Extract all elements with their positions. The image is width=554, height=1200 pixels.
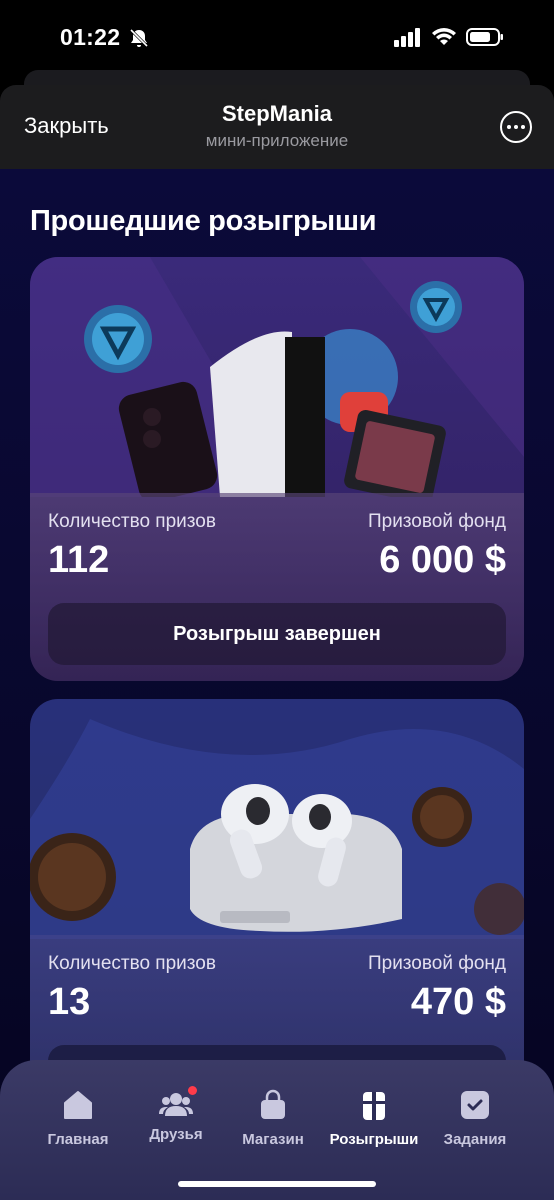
giveaway-card[interactable]: Количество призов Призовой фонд 112 6 00… [30,257,524,681]
wifi-icon [432,28,456,45]
status-icons [394,27,504,47]
nav-item-tasks[interactable]: Задания [425,1088,525,1148]
friends-icon-wrap [159,1086,197,1122]
bell-off-icon [129,28,149,48]
prizes-count-value: 13 [48,981,91,1023]
nav-label: Розыгрыши [329,1131,419,1148]
nav-label: Задания [443,1131,507,1148]
more-options-button[interactable] [500,111,532,143]
home-icon [64,1091,92,1119]
bottom-navigation: Главная Друзья Магазин Розыгрыши Задания [0,1060,554,1200]
dot [514,125,518,129]
prize-illustration [30,257,524,497]
nav-item-friends[interactable]: Друзья [126,1086,226,1143]
gift-icon [363,1092,385,1120]
prizes-count-value: 112 [48,539,110,581]
app-subtitle: мини-приложение [205,131,349,150]
giveaway-card[interactable]: Количество призов Призовой фонд 13 470 $ [30,699,524,1119]
nav-item-shop[interactable]: Магазин [223,1088,323,1148]
status-time: 01:22 [60,24,121,50]
prizes-count-label: Количество призов [48,953,216,974]
shop-bag-icon [261,1089,285,1119]
prize-fund-label: Призовой фонд [367,953,506,974]
section-title: Прошедшие розыгрыши [30,205,377,237]
notification-badge [188,1086,197,1095]
giveaway-finished-button[interactable]: Розыгрыш завершен [48,603,506,665]
tasks-icon [461,1091,489,1119]
prizes-count-label: Количество призов [48,511,216,532]
title-block: StepMania мини-приложение [0,101,554,151]
battery-icon [466,28,503,46]
nav-item-giveaways[interactable]: Розыгрыши [324,1088,424,1148]
card-info: Количество призов Призовой фонд 112 6 00… [30,493,524,681]
prize-fund-value: 470 $ [410,981,506,1023]
nav-label: Главная [47,1131,109,1148]
dot [507,125,511,129]
prize-illustration [30,719,524,939]
signal-icon [394,28,420,47]
dot [521,125,525,129]
prize-fund-value: 6 000 $ [379,539,506,581]
app-title: StepMania [221,101,333,126]
prize-fund-label: Призовой фонд [367,511,506,532]
nav-label: Магазин [242,1131,304,1148]
status-bar: 01:22 [0,0,554,70]
main-content: Прошедшие розыгрыши Количество призов Пр… [0,169,554,1200]
nav-item-home[interactable]: Главная [28,1088,128,1148]
app-header: Закрыть StepMania мини-приложение [0,85,554,169]
home-indicator [178,1181,376,1187]
nav-label: Друзья [149,1126,203,1143]
